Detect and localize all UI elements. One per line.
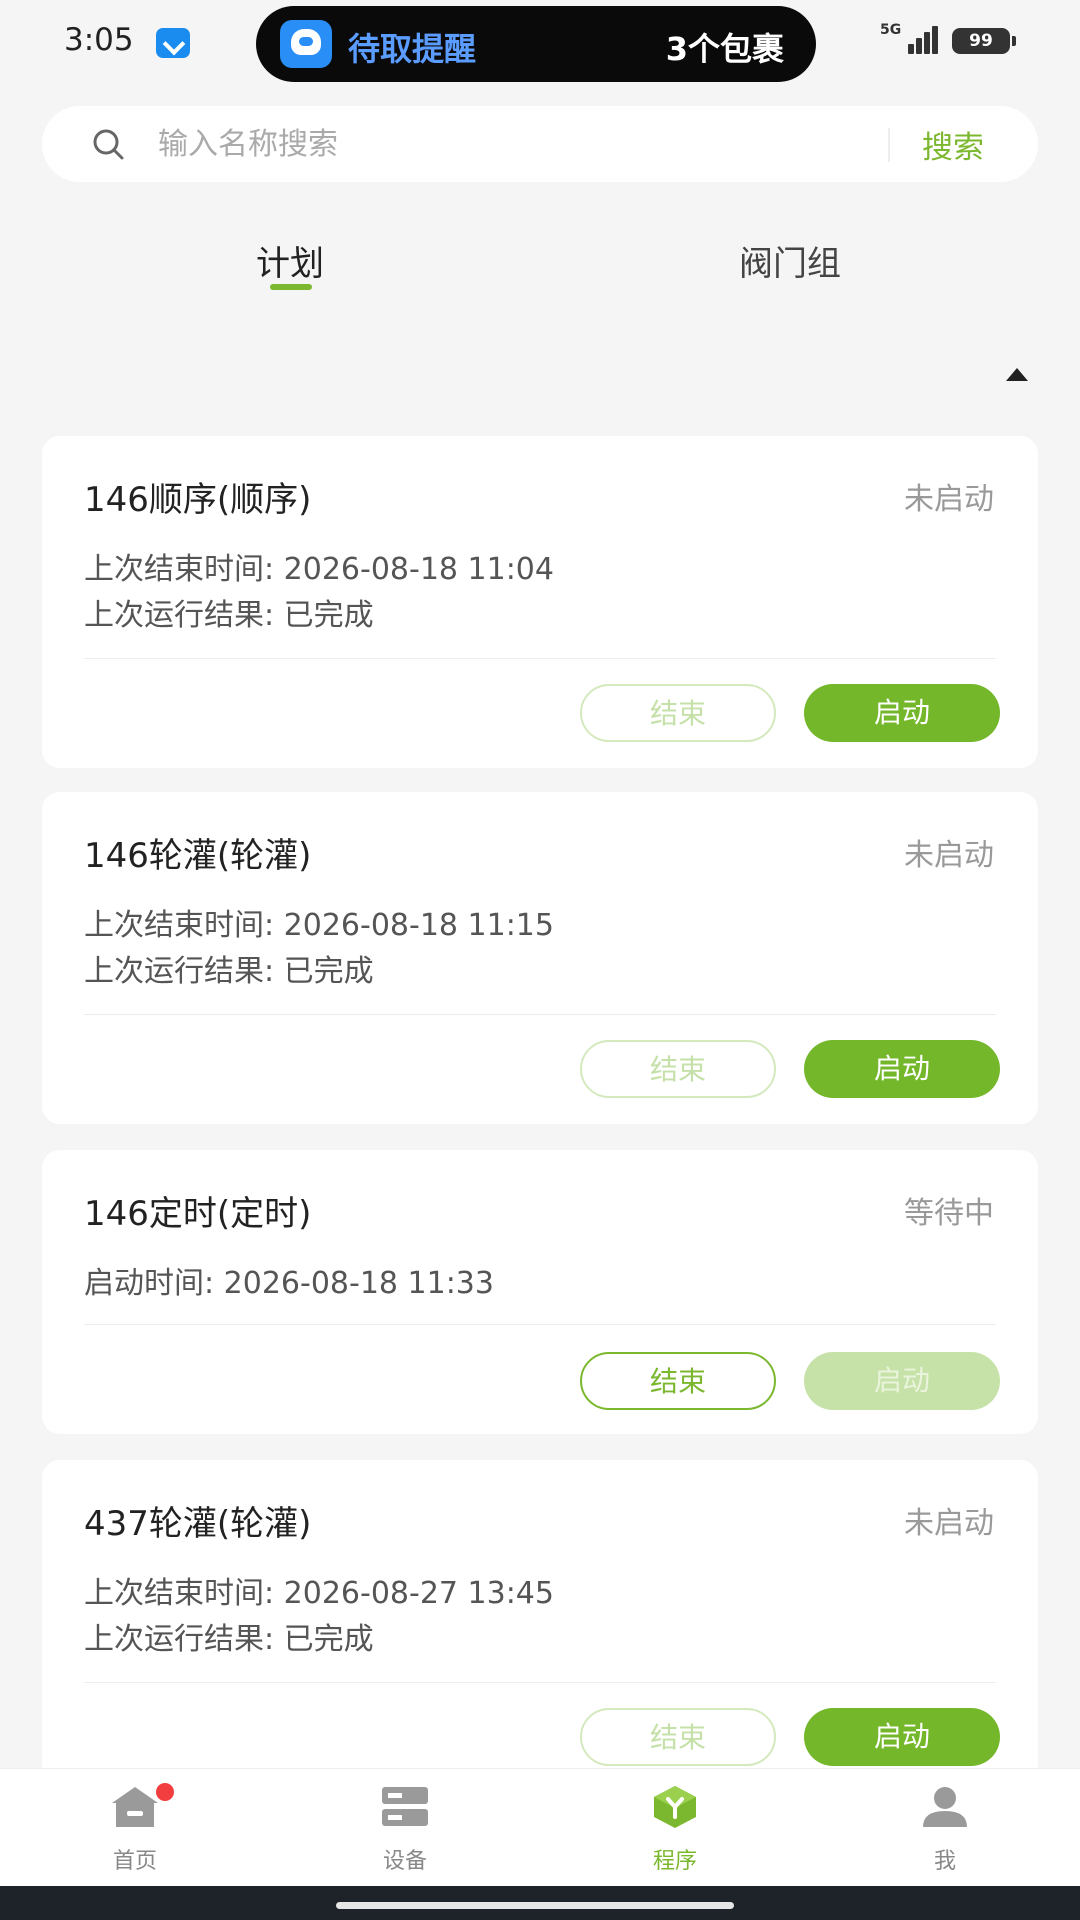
nav-item-home[interactable]: 首页 <box>0 1769 270 1887</box>
end-button[interactable]: 结束 <box>580 1040 776 1098</box>
program-card: 146顺序(顺序) 未启动 上次结束时间: 2026-08-18 11:04 上… <box>42 436 1038 768</box>
search-input[interactable] <box>158 120 898 168</box>
app-notification-icon <box>156 28 190 58</box>
search-divider <box>888 128 890 162</box>
card-divider <box>84 1682 996 1683</box>
last-end-time: 上次结束时间: 2026-08-18 11:04 <box>84 552 554 587</box>
card-status: 未启动 <box>904 838 994 873</box>
nav-item-program[interactable]: 程序 <box>540 1769 810 1887</box>
card-divider <box>84 1324 996 1325</box>
end-button[interactable]: 结束 <box>580 684 776 742</box>
notification-title: 待取提醒 <box>348 30 477 68</box>
home-icon <box>112 1787 158 1827</box>
last-run-result: 上次运行结果: 已完成 <box>84 1622 374 1657</box>
notification-badge <box>156 1783 174 1801</box>
start-button[interactable]: 启动 <box>804 1708 1000 1766</box>
nav-label: 我 <box>933 1849 956 1874</box>
card-divider <box>84 1014 996 1015</box>
last-run-result: 上次运行结果: 已完成 <box>84 598 374 633</box>
start-button[interactable]: 启动 <box>804 1352 1000 1410</box>
device-icon <box>382 1787 428 1826</box>
tab-valve-group[interactable]: 阀门组 <box>726 236 854 290</box>
signal-icon <box>900 22 940 54</box>
search-bar: 搜索 <box>42 106 1038 182</box>
card-title: 146定时(定时) <box>84 1194 312 1234</box>
home-indicator[interactable] <box>336 1902 734 1909</box>
nav-item-me[interactable]: 我 <box>810 1769 1080 1887</box>
card-title: 437轮灌(轮灌) <box>84 1504 312 1544</box>
status-bar: 3:05 待取提醒 3个包裹 5G 99 <box>0 0 1080 90</box>
start-button[interactable]: 启动 <box>804 684 1000 742</box>
user-icon <box>923 1787 967 1827</box>
card-divider <box>84 658 996 659</box>
status-time: 3:05 <box>64 22 134 58</box>
start-time: 启动时间: 2026-08-18 11:33 <box>84 1266 494 1301</box>
card-status: 未启动 <box>904 1506 994 1541</box>
tab-plan[interactable]: 计划 <box>250 236 330 290</box>
end-button[interactable]: 结束 <box>580 1708 776 1766</box>
program-card: 146轮灌(轮灌) 未启动 上次结束时间: 2026-08-18 11:15 上… <box>42 792 1038 1124</box>
search-icon <box>93 129 124 160</box>
collapse-arrow-icon[interactable] <box>1006 368 1028 381</box>
last-run-result: 上次运行结果: 已完成 <box>84 954 374 989</box>
nav-label: 设备 <box>382 1849 427 1874</box>
program-icon <box>654 1786 696 1828</box>
robot-icon <box>280 20 332 68</box>
card-title: 146轮灌(轮灌) <box>84 836 312 876</box>
network-type: 5G <box>880 22 902 38</box>
battery-icon: 99 <box>952 28 1016 54</box>
end-button[interactable]: 结束 <box>580 1352 776 1410</box>
card-status: 等待中 <box>904 1196 994 1231</box>
last-end-time: 上次结束时间: 2026-08-18 11:15 <box>84 908 554 943</box>
start-button[interactable]: 启动 <box>804 1040 1000 1098</box>
bottom-nav: 首页 设备 程序 我 <box>0 1768 1080 1886</box>
tab-active-indicator <box>270 284 312 290</box>
nav-label: 程序 <box>652 1849 697 1874</box>
notification-pill[interactable]: 待取提醒 3个包裹 <box>256 6 816 82</box>
notification-count: 3个包裹 <box>665 30 784 68</box>
nav-item-device[interactable]: 设备 <box>270 1769 540 1887</box>
search-button[interactable]: 搜索 <box>922 120 1018 168</box>
nav-label: 首页 <box>112 1849 157 1874</box>
card-title: 146顺序(顺序) <box>84 480 312 520</box>
card-status: 未启动 <box>904 482 994 517</box>
program-card: 146定时(定时) 等待中 启动时间: 2026-08-18 11:33 结束 … <box>42 1150 1038 1434</box>
last-end-time: 上次结束时间: 2026-08-27 13:45 <box>84 1576 554 1611</box>
system-nav-area <box>0 1886 1080 1920</box>
program-card: 437轮灌(轮灌) 未启动 上次结束时间: 2026-08-27 13:45 上… <box>42 1460 1038 1792</box>
